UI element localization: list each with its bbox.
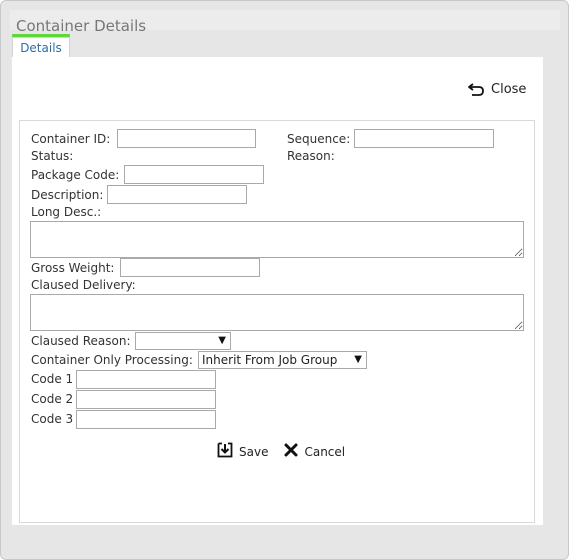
container-id-label: Container ID: xyxy=(31,132,111,146)
save-label: Save xyxy=(239,444,269,459)
close-label: Close xyxy=(491,81,527,97)
dropdown-arrow-icon: ▼ xyxy=(354,354,362,365)
container-only-processing-select[interactable]: Inherit From Job Group ▼ xyxy=(198,351,367,369)
undo-arrow-icon xyxy=(467,82,485,96)
save-icon xyxy=(217,442,233,461)
description-label: Description: xyxy=(31,188,104,202)
code2-input[interactable] xyxy=(76,390,216,409)
claused-reason-select[interactable]: ▼ xyxy=(135,332,231,350)
long-desc-textarea[interactable] xyxy=(30,221,524,258)
close-button[interactable]: Close xyxy=(467,79,526,99)
claused-delivery-label: Claused Delivery: xyxy=(31,278,136,292)
container-details-dialog: Container Details Details Close Containe… xyxy=(0,0,569,560)
package-code-input[interactable] xyxy=(124,165,264,184)
cancel-button[interactable]: Cancel xyxy=(284,443,345,460)
tab-details[interactable]: Details xyxy=(12,37,70,58)
code2-label: Code 2 xyxy=(31,392,74,406)
cancel-label: Cancel xyxy=(304,444,346,459)
sequence-input[interactable] xyxy=(354,129,494,148)
code3-label: Code 3 xyxy=(31,412,74,426)
long-desc-label: Long Desc.: xyxy=(31,205,102,219)
claused-reason-label: Claused Reason: xyxy=(31,334,131,348)
container-only-processing-value: Inherit From Job Group xyxy=(202,353,338,367)
claused-delivery-textarea[interactable] xyxy=(30,294,524,331)
reason-label: Reason: xyxy=(287,149,335,163)
description-input[interactable] xyxy=(107,185,247,204)
container-id-input[interactable] xyxy=(117,129,256,148)
status-label: Status: xyxy=(31,149,74,163)
form-actions: Save Cancel xyxy=(217,442,345,461)
code1-input[interactable] xyxy=(76,370,216,389)
code1-label: Code 1 xyxy=(31,372,74,386)
package-code-label: Package Code: xyxy=(31,168,120,182)
container-only-processing-label: Container Only Processing: xyxy=(31,353,193,367)
dropdown-arrow-icon: ▼ xyxy=(218,335,226,346)
close-x-icon xyxy=(284,443,298,460)
sequence-label: Sequence: xyxy=(287,132,351,146)
save-button[interactable]: Save xyxy=(217,442,268,461)
gross-weight-input[interactable] xyxy=(120,258,260,277)
dialog-title: Container Details xyxy=(16,17,147,35)
gross-weight-label: Gross Weight: xyxy=(31,261,115,275)
code3-input[interactable] xyxy=(76,410,216,429)
